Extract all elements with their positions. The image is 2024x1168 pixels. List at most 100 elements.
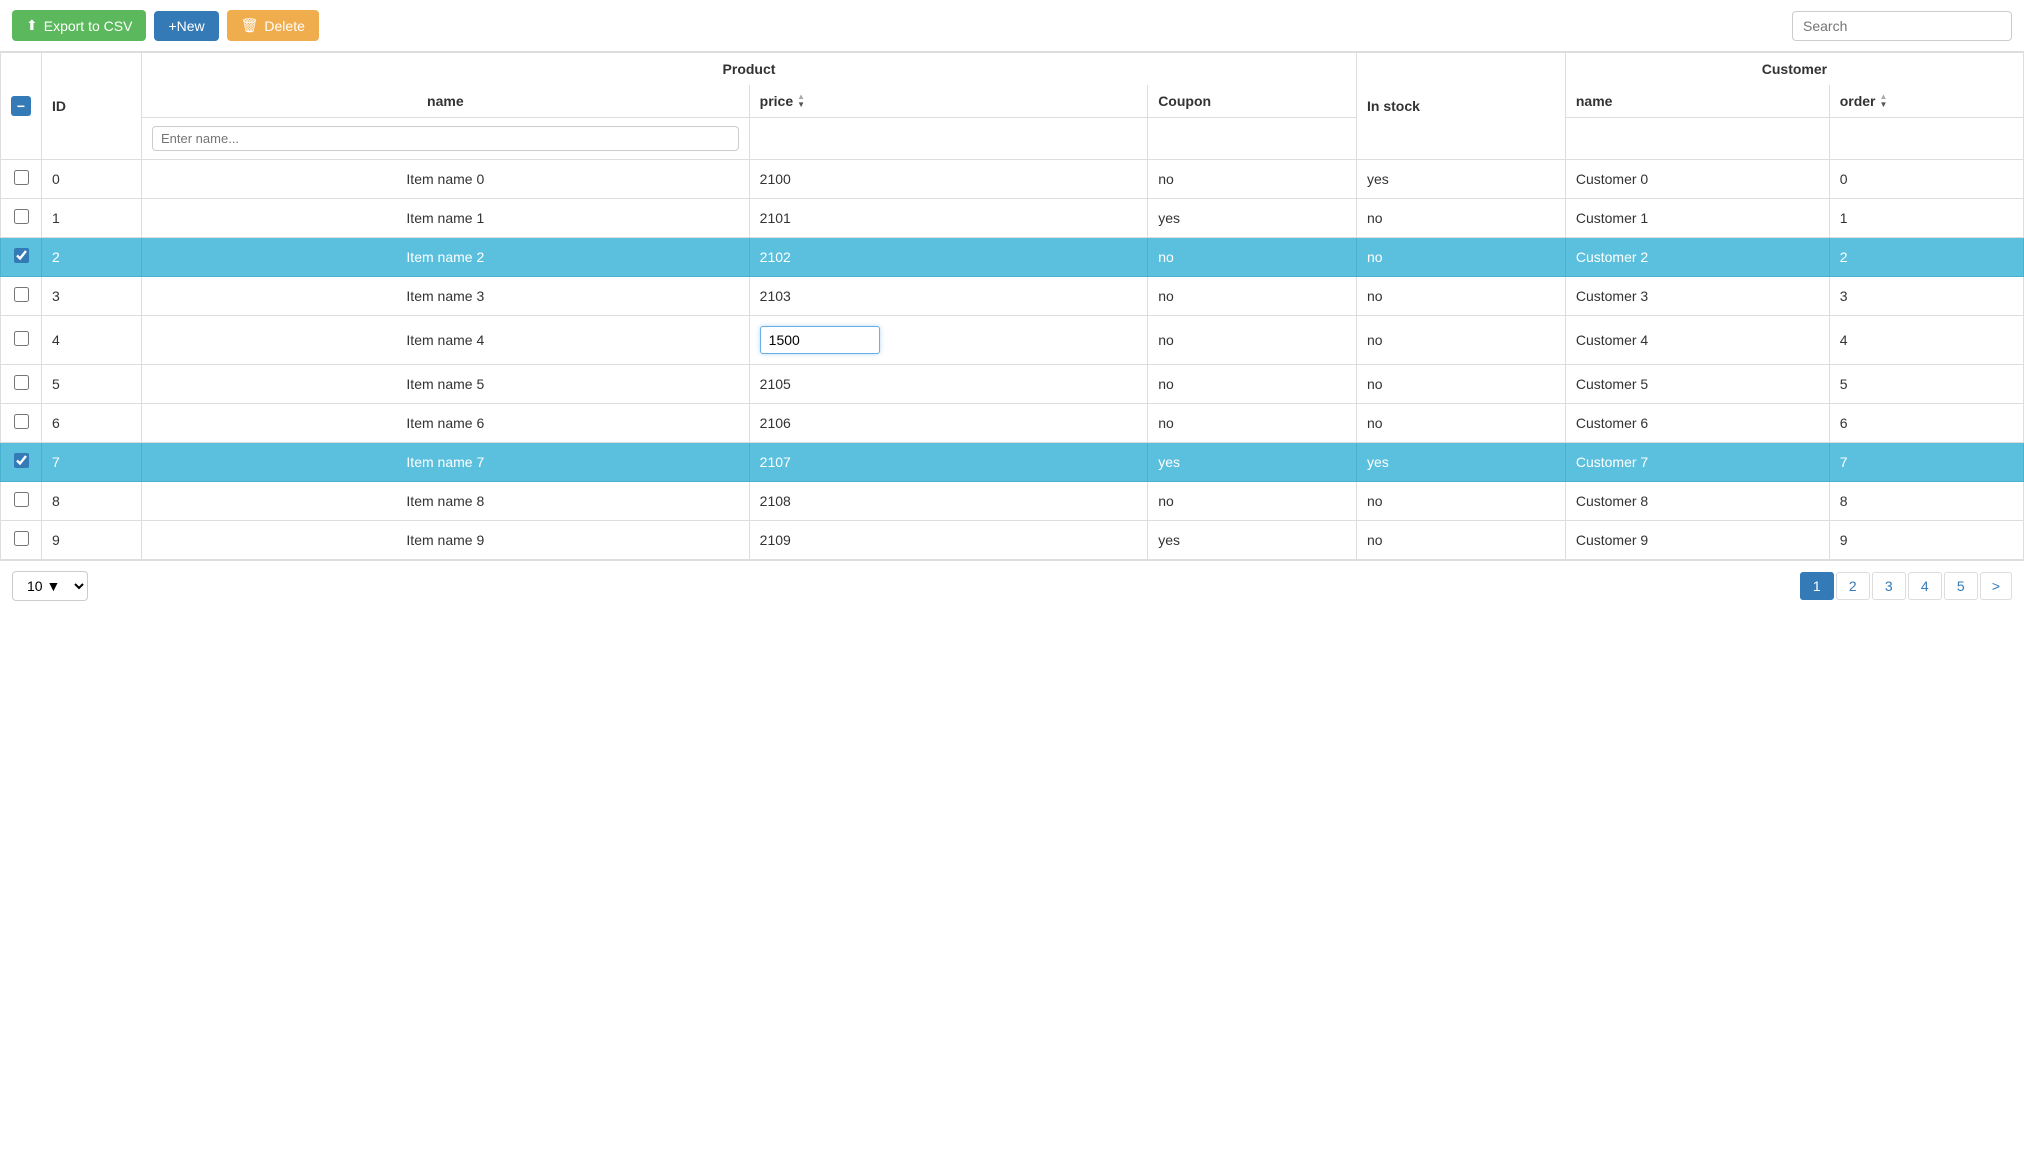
row-checkbox[interactable] [14, 170, 29, 185]
footer: 10 ▼ 25 50 100 1 2 3 4 5 > [0, 560, 2024, 611]
order-sort-arrows: ▲ ▼ [1880, 93, 1888, 109]
page-next-button[interactable]: > [1980, 572, 2012, 600]
row-customer-name: Customer 2 [1565, 238, 1829, 277]
row-checkbox-cell[interactable] [1, 521, 42, 560]
row-order: 3 [1829, 277, 2023, 316]
row-id: 8 [42, 482, 142, 521]
col-in-stock-label: In stock [1367, 98, 1420, 114]
trash-icon: 🗑 [241, 17, 259, 34]
page-5-button[interactable]: 5 [1944, 572, 1978, 600]
row-in-stock: yes [1356, 160, 1565, 199]
row-customer-name: Customer 9 [1565, 521, 1829, 560]
col-order-label: order [1840, 93, 1876, 109]
row-checkbox[interactable] [14, 414, 29, 429]
row-checkbox[interactable] [14, 453, 29, 468]
row-order: 1 [1829, 199, 2023, 238]
row-checkbox-cell[interactable] [1, 482, 42, 521]
row-checkbox-cell[interactable] [1, 316, 42, 365]
export-label: Export to CSV [44, 18, 133, 34]
th-id: ID [42, 53, 142, 160]
row-customer-name: Customer 0 [1565, 160, 1829, 199]
row-coupon: yes [1148, 443, 1357, 482]
table-row: 6Item name 62106nonoCustomer 66 [1, 404, 2024, 443]
row-in-stock: yes [1356, 443, 1565, 482]
row-name: Item name 3 [142, 277, 750, 316]
table-row: 7Item name 72107yesyesCustomer 77 [1, 443, 2024, 482]
table-wrapper: ID Product In stock Customer name [0, 52, 2024, 560]
table-body: 0Item name 02100noyesCustomer 001 Item na… [1, 160, 2024, 560]
row-id: 5 [42, 365, 142, 404]
row-checkbox-cell[interactable] [1, 277, 42, 316]
page-2-button[interactable]: 2 [1836, 572, 1870, 600]
row-customer-name: Customer 3 [1565, 277, 1829, 316]
price-sort-arrows: ▲ ▼ [797, 93, 805, 109]
row-customer-name: Customer 5 [1565, 365, 1829, 404]
price-edit-input[interactable] [760, 326, 880, 354]
row-checkbox-cell[interactable] [1, 365, 42, 404]
search-input[interactable] [1792, 11, 2012, 41]
page-1-button[interactable]: 1 [1800, 572, 1834, 600]
row-checkbox-cell[interactable] [1, 404, 42, 443]
col-name-label: name [427, 93, 464, 109]
name-filter-input[interactable] [152, 126, 739, 151]
row-coupon: no [1148, 238, 1357, 277]
row-price[interactable] [749, 316, 1148, 365]
row-price: 2107 [749, 443, 1148, 482]
col-coupon-label: Coupon [1158, 93, 1211, 109]
row-id: 4 [42, 316, 142, 365]
row-order: 0 [1829, 160, 2023, 199]
order-sort-down: ▼ [1880, 101, 1888, 109]
row-price: 2109 [749, 521, 1148, 560]
col-cust-name-label: name [1576, 93, 1613, 109]
table-row: 9Item name 92109yesnoCustomer 99 [1, 521, 2024, 560]
th-coupon-filter [1148, 118, 1357, 160]
row-name: Item name 2 [142, 238, 750, 277]
row-in-stock: no [1356, 482, 1565, 521]
customer-group-label: Customer [1762, 61, 1827, 77]
row-checkbox[interactable] [14, 375, 29, 390]
delete-button[interactable]: 🗑 Delete [227, 10, 319, 41]
row-checkbox-cell[interactable] [1, 238, 42, 277]
page-3-button[interactable]: 3 [1872, 572, 1906, 600]
row-name: Item name 9 [142, 521, 750, 560]
row-customer-name: Customer 8 [1565, 482, 1829, 521]
row-price: 2102 [749, 238, 1148, 277]
new-label: +New [168, 18, 204, 34]
th-name[interactable]: name [142, 85, 750, 118]
row-checkbox[interactable] [14, 248, 29, 263]
row-order: 6 [1829, 404, 2023, 443]
row-checkbox[interactable] [14, 531, 29, 546]
row-checkbox[interactable] [14, 287, 29, 302]
col-order-sort[interactable]: order ▲ ▼ [1840, 93, 1888, 109]
table-row: 0Item name 02100noyesCustomer 00 [1, 160, 2024, 199]
row-order: 7 [1829, 443, 2023, 482]
row-in-stock: no [1356, 316, 1565, 365]
row-checkbox-cell[interactable] [1, 443, 42, 482]
row-coupon: yes [1148, 521, 1357, 560]
row-checkbox-cell[interactable] [1, 199, 42, 238]
th-order-filter [1829, 118, 2023, 160]
per-page-select[interactable]: 10 ▼ 25 50 100 [12, 571, 88, 601]
row-checkbox[interactable] [14, 331, 29, 346]
th-name-filter[interactable] [142, 118, 750, 160]
row-customer-name: Customer 1 [1565, 199, 1829, 238]
th-order[interactable]: order ▲ ▼ [1829, 85, 2023, 118]
row-customer-name: Customer 4 [1565, 316, 1829, 365]
new-button[interactable]: +New [154, 11, 218, 41]
row-coupon: no [1148, 277, 1357, 316]
row-price: 2101 [749, 199, 1148, 238]
th-cust-name: name [1565, 85, 1829, 118]
pagination: 1 2 3 4 5 > [1800, 572, 2012, 600]
row-checkbox-cell[interactable] [1, 160, 42, 199]
row-checkbox[interactable] [14, 209, 29, 224]
th-select-all[interactable] [1, 53, 42, 160]
row-name: Item name 7 [142, 443, 750, 482]
row-checkbox[interactable] [14, 492, 29, 507]
page-4-button[interactable]: 4 [1908, 572, 1942, 600]
col-price-sort[interactable]: price ▲ ▼ [760, 93, 805, 109]
select-all-minus-icon[interactable] [11, 96, 31, 116]
export-csv-button[interactable]: ⬆ Export to CSV [12, 10, 146, 41]
table-row: 8Item name 82108nonoCustomer 88 [1, 482, 2024, 521]
row-name: Item name 1 [142, 199, 750, 238]
th-price[interactable]: price ▲ ▼ [749, 85, 1148, 118]
